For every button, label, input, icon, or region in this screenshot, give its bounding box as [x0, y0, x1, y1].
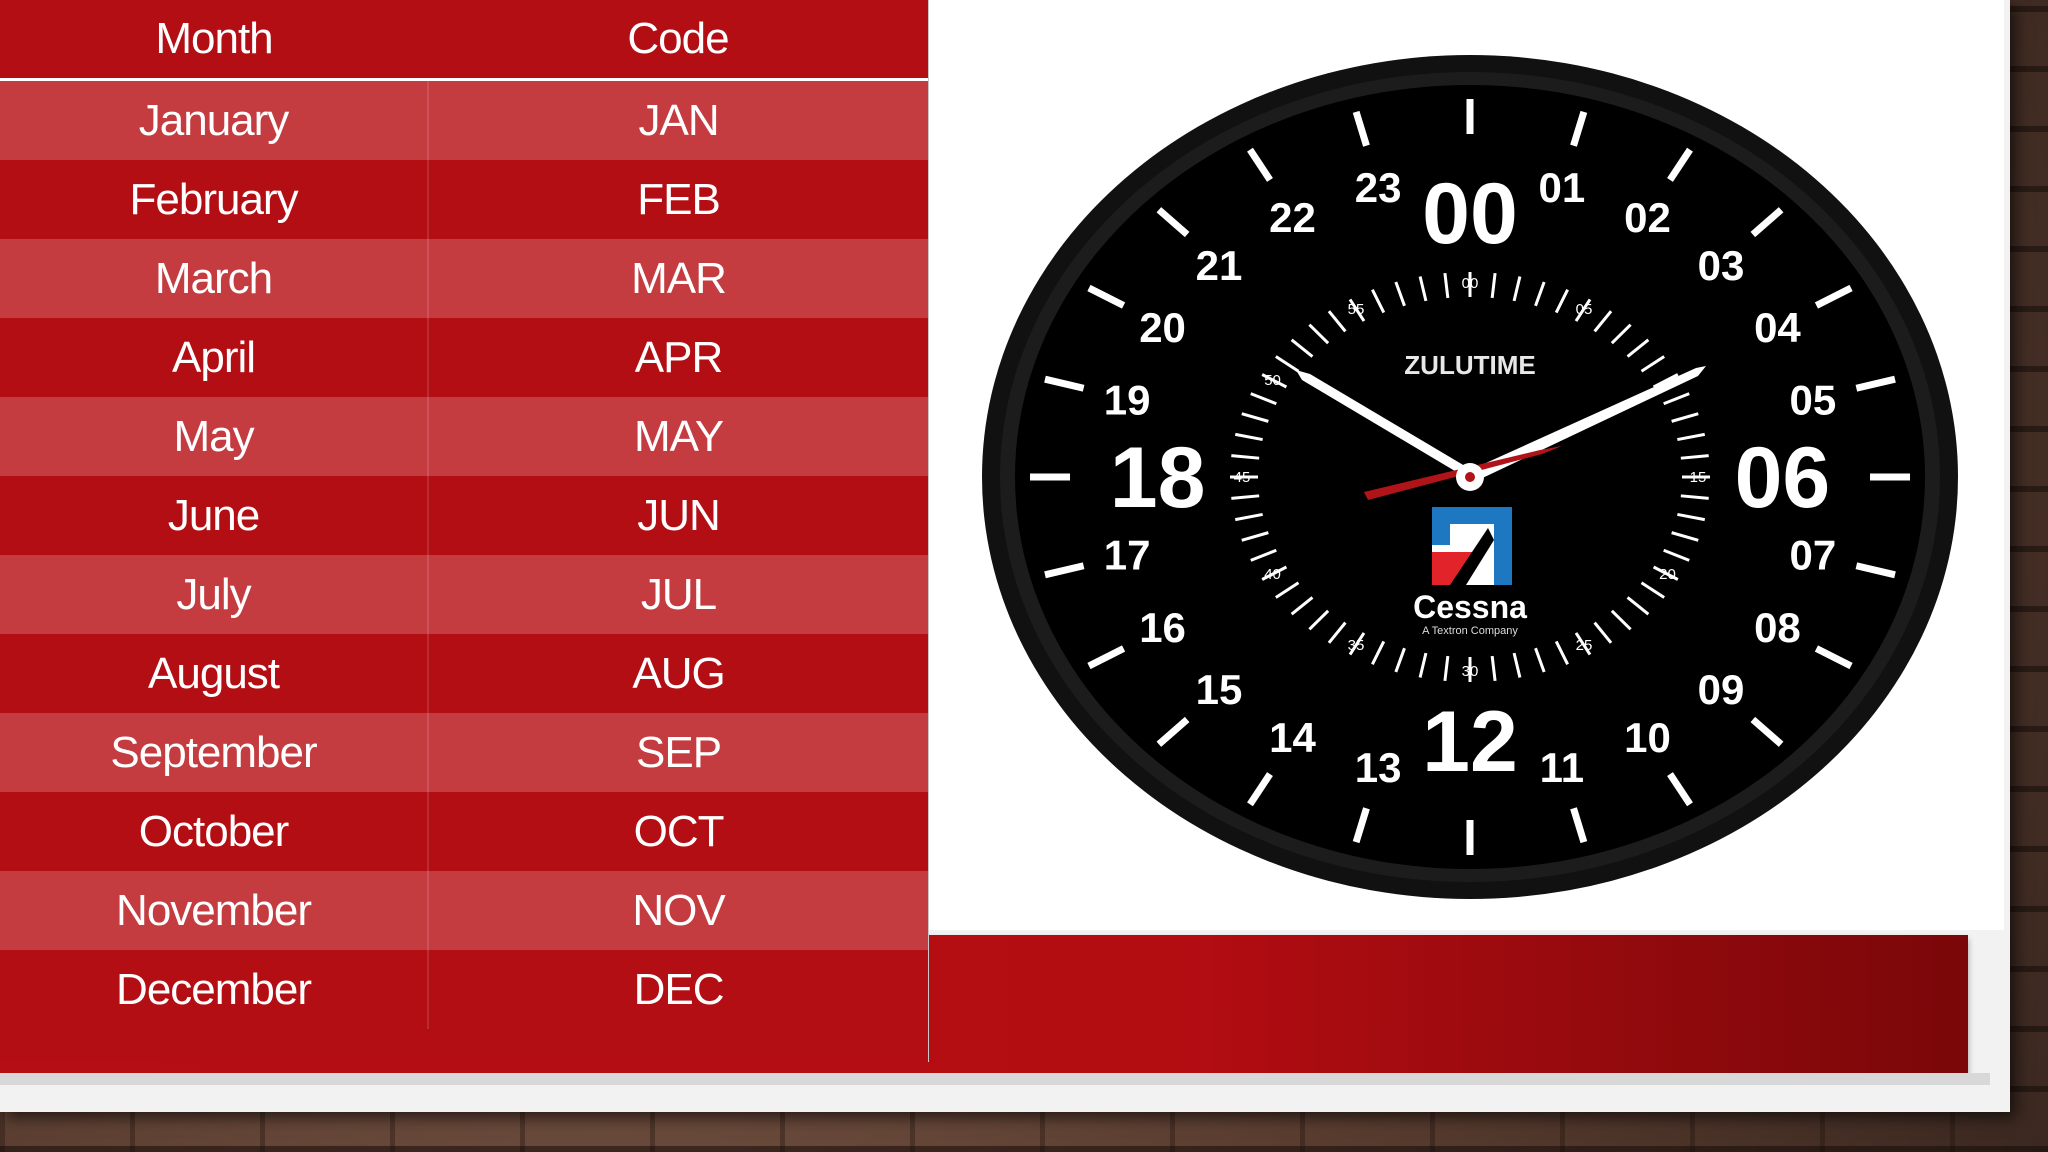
hour-label: 20: [1139, 304, 1186, 351]
hour-label: 06: [1735, 430, 1831, 526]
cessna-logo-icon: [1432, 507, 1512, 585]
table-row: April APR: [0, 318, 928, 397]
hour-label: 23: [1355, 164, 1402, 211]
hour-label: 22: [1269, 194, 1316, 241]
table-row: November NOV: [0, 871, 928, 950]
hour-label: 03: [1698, 242, 1745, 289]
code-cell: OCT: [633, 806, 725, 856]
minute-label: 35: [1348, 637, 1365, 654]
hour-label: 15: [1196, 666, 1243, 713]
table-row: January JAN: [0, 81, 928, 160]
hour-label: 09: [1698, 666, 1745, 713]
code-cell: MAR: [631, 253, 727, 303]
header-month: Month: [155, 14, 273, 63]
header-code: Code: [627, 14, 729, 63]
slide: Month Code January JAN February FEB Marc…: [0, 0, 2010, 1112]
table-row: September SEP: [0, 713, 928, 792]
table-header-row: Month Code: [0, 0, 928, 81]
code-cell: JUL: [640, 569, 717, 619]
hour-label: 16: [1139, 604, 1186, 651]
month-cell: January: [0, 81, 430, 160]
hand-hub-center: [1465, 472, 1475, 482]
code-cell: JAN: [638, 95, 719, 145]
hour-label: 01: [1539, 164, 1586, 211]
minute-label: 00: [1462, 275, 1479, 292]
month-cell: September: [0, 713, 430, 792]
month-cell: May: [0, 397, 430, 476]
month-cell: August: [0, 634, 430, 713]
hour-label: 12: [1422, 694, 1518, 790]
code-cell: NOV: [632, 885, 725, 935]
code-cell: DEC: [633, 964, 725, 1014]
minute-label: 50: [1264, 372, 1281, 389]
hour-label: 08: [1754, 604, 1801, 651]
code-cell: AUG: [632, 648, 725, 698]
minute-label: 05: [1576, 301, 1593, 318]
table-row: July JUL: [0, 555, 928, 634]
minute-label: 30: [1462, 663, 1479, 680]
month-code-table: Month Code January JAN February FEB Marc…: [0, 0, 929, 1062]
month-cell: July: [0, 555, 430, 634]
hour-label: 07: [1790, 532, 1837, 579]
hour-label: 13: [1355, 744, 1402, 791]
hour-label: 00: [1422, 166, 1518, 262]
hour-label: 19: [1104, 376, 1151, 423]
table-row: March MAR: [0, 239, 928, 318]
table-row: December DEC: [0, 950, 928, 1029]
code-cell: SEP: [636, 727, 722, 777]
brand-text: ZULUTIME: [1404, 350, 1535, 380]
month-cell: June: [0, 476, 430, 555]
zulu-clock-image: 00 01 02 03 04 05 06 07 08 09 10 11 12 13 14 15 16 17 18 19…: [980, 52, 1960, 902]
hour-label: 11: [1540, 744, 1584, 791]
table-row: May MAY: [0, 397, 928, 476]
hour-label: 17: [1104, 532, 1151, 579]
hour-label: 14: [1269, 714, 1316, 761]
clock-svg: 00 01020304050607080910111213141516171819…: [982, 55, 1958, 899]
logo-tagline: A Textron Company: [1422, 625, 1518, 637]
month-cell: December: [0, 950, 430, 1029]
code-cell: APR: [634, 332, 723, 382]
month-cell: February: [0, 160, 430, 239]
month-cell: April: [0, 318, 430, 397]
code-cell: MAY: [633, 411, 724, 461]
minute-label: 25: [1576, 637, 1593, 654]
band-edge: [0, 1073, 1990, 1085]
month-cell: October: [0, 792, 430, 871]
code-cell: JUN: [637, 490, 721, 540]
hour-label: 18: [1110, 430, 1206, 526]
hour-label: 04: [1754, 304, 1801, 351]
table-row: October OCT: [0, 792, 928, 871]
code-cell: FEB: [637, 174, 721, 224]
hour-label: 05: [1790, 376, 1837, 423]
minute-label: 55: [1348, 301, 1365, 318]
table-row: February FEB: [0, 160, 928, 239]
minute-label: 20: [1659, 566, 1676, 583]
month-cell: November: [0, 871, 430, 950]
minute-label: 40: [1264, 566, 1281, 583]
hour-label: 02: [1624, 194, 1671, 241]
minute-label: 15: [1690, 469, 1707, 486]
logo-name: Cessna: [1413, 589, 1527, 625]
table-row: June JUN: [0, 476, 928, 555]
minute-label: 45: [1234, 469, 1251, 486]
month-cell: March: [0, 239, 430, 318]
hour-label: 21: [1196, 242, 1243, 289]
hour-label: 10: [1624, 714, 1671, 761]
table-row: August AUG: [0, 634, 928, 713]
